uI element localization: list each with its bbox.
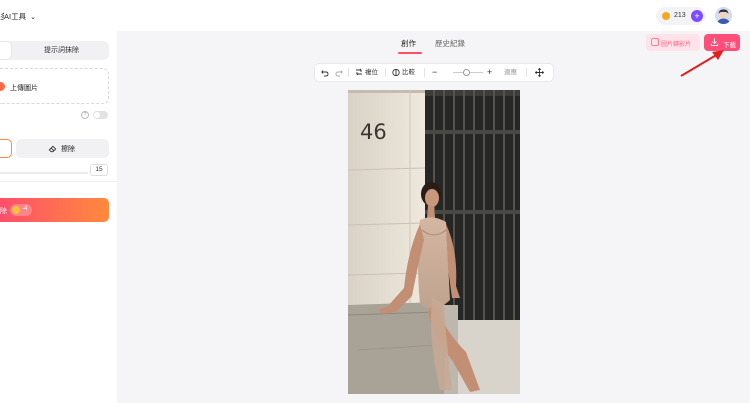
- toolbar-divider: [526, 68, 527, 77]
- left-panel: 提示詞抹除 上傳圖片 ? 擦除 15 除 -4: [0, 31, 117, 403]
- reset-icon: [355, 68, 363, 76]
- tab-active[interactable]: [0, 41, 12, 60]
- toolbar-divider: [424, 68, 425, 77]
- undo-icon[interactable]: [321, 64, 329, 81]
- chevron-down-icon: ⌄: [30, 14, 36, 21]
- tab-active-indicator: [398, 52, 422, 54]
- tab-create[interactable]: 創作: [401, 38, 416, 49]
- generate-label: 除: [0, 208, 7, 215]
- compare-icon: [392, 68, 400, 77]
- credits-pill[interactable]: 213 +: [656, 7, 706, 25]
- credits-count: 213: [674, 12, 686, 19]
- brush-size-input[interactable]: 15: [90, 164, 108, 176]
- top-bar: 多AI工具 ⌄ 213 +: [0, 0, 750, 31]
- coin-icon: [12, 206, 20, 214]
- generate-cost-badge: -4: [10, 204, 32, 216]
- toolbar-divider: [348, 68, 349, 77]
- generate-cost: -4: [22, 206, 28, 212]
- compare-button[interactable]: 比較: [392, 64, 415, 81]
- tab-prompt-erase[interactable]: 提示詞抹除: [14, 41, 109, 60]
- image-to-video-button[interactable]: 圖片轉影片: [646, 34, 700, 51]
- avatar-image: [715, 7, 732, 24]
- image-to-video-label: 圖片轉影片: [661, 42, 692, 48]
- tab-history[interactable]: 歷史紀錄: [435, 38, 465, 49]
- main-canvas-area: 創作 歷史紀錄 圖片轉影片 下載 複位 比較 − + 適應 46: [117, 31, 750, 403]
- erase-label: 擦除: [61, 146, 75, 153]
- upload-label: 上傳圖片: [10, 85, 38, 92]
- fit-button[interactable]: 適應: [504, 64, 517, 81]
- app-title-dropdown[interactable]: 多AI工具 ⌄: [0, 11, 36, 22]
- move-icon[interactable]: [534, 64, 545, 81]
- erase-button[interactable]: 擦除: [16, 139, 109, 158]
- canvas-image[interactable]: 46: [348, 90, 520, 394]
- eraser-icon: [48, 145, 57, 153]
- add-credits-button[interactable]: +: [691, 10, 703, 22]
- brush-size-slider[interactable]: [0, 172, 88, 174]
- toolbar-divider: [385, 68, 386, 77]
- option-toggle[interactable]: [93, 111, 108, 119]
- download-label: 下載: [723, 42, 736, 49]
- download-button[interactable]: 下載: [704, 34, 740, 51]
- reset-button[interactable]: 複位: [355, 64, 378, 81]
- zoom-in-icon[interactable]: +: [487, 64, 492, 81]
- app-title-text: AI工具: [4, 12, 27, 21]
- brush-button[interactable]: [0, 139, 12, 158]
- reset-label: 複位: [365, 69, 378, 76]
- canvas-toolbar: 複位 比較 − + 適應: [315, 64, 553, 81]
- upload-dropzone[interactable]: 上傳圖片: [0, 68, 109, 104]
- help-icon[interactable]: ?: [81, 111, 89, 119]
- video-icon: [651, 38, 659, 46]
- mode-tabs: 提示詞抹除: [0, 41, 109, 60]
- divider: [0, 181, 117, 182]
- download-icon: [710, 38, 719, 46]
- upload-icon: [0, 82, 5, 91]
- woman-photo: 46: [348, 90, 520, 394]
- redo-icon[interactable]: [335, 64, 343, 81]
- zoom-slider-handle[interactable]: [463, 69, 470, 76]
- compare-label: 比較: [402, 69, 415, 76]
- generate-button[interactable]: 除 -4: [0, 198, 109, 222]
- coin-icon: [662, 12, 670, 20]
- avatar[interactable]: [715, 7, 732, 24]
- zoom-out-icon[interactable]: −: [432, 64, 437, 81]
- house-number: 46: [360, 120, 387, 144]
